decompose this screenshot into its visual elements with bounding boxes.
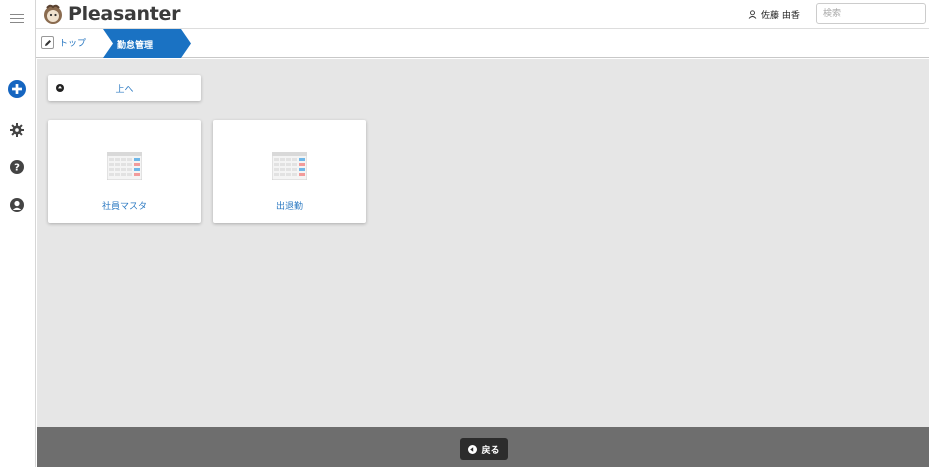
user-icon[interactable] <box>8 196 26 214</box>
header: Pleasanter 佐藤 由香 <box>36 0 929 28</box>
edit-icon[interactable] <box>41 36 54 49</box>
up-button[interactable]: 上へ <box>48 75 201 101</box>
tile-label: 社員マスタ <box>101 202 147 212</box>
main-area: 上へ 社員マスタ 出退勤 <box>37 59 929 427</box>
logo-icon <box>44 4 62 24</box>
app-logo[interactable]: Pleasanter <box>42 3 180 25</box>
user-name: 佐藤 由香 <box>761 11 800 21</box>
breadcrumb-home-label: トップ <box>59 39 87 49</box>
help-icon[interactable]: ? <box>8 158 26 176</box>
breadcrumb-home[interactable]: トップ <box>41 36 86 49</box>
tile-employee-master[interactable]: 社員マスタ <box>48 120 201 223</box>
app-name: Pleasanter <box>68 3 181 25</box>
gear-icon[interactable] <box>8 121 26 139</box>
side-rail: ? <box>0 0 36 467</box>
person-icon <box>748 10 757 19</box>
back-button[interactable]: 戻る <box>460 438 508 460</box>
footer: 戻る <box>37 427 929 467</box>
table-icon <box>107 152 142 180</box>
tile-label: 出退勤 <box>275 202 303 212</box>
arrow-left-circle-icon <box>468 444 478 454</box>
add-icon[interactable] <box>8 80 26 98</box>
search-input[interactable] <box>816 3 926 24</box>
table-icon <box>272 152 307 180</box>
user-menu[interactable]: 佐藤 由香 <box>748 8 800 21</box>
tile-attendance[interactable]: 出退勤 <box>213 120 366 223</box>
back-button-label: 戻る <box>481 445 500 456</box>
breadcrumb: トップ 勤怠管理 <box>36 28 929 58</box>
breadcrumb-current-label: 勤怠管理 <box>117 41 154 51</box>
up-button-label: 上へ <box>115 84 134 95</box>
arrow-up-circle-icon <box>56 84 64 92</box>
menu-icon[interactable] <box>10 14 24 24</box>
svg-text:?: ? <box>14 163 20 174</box>
